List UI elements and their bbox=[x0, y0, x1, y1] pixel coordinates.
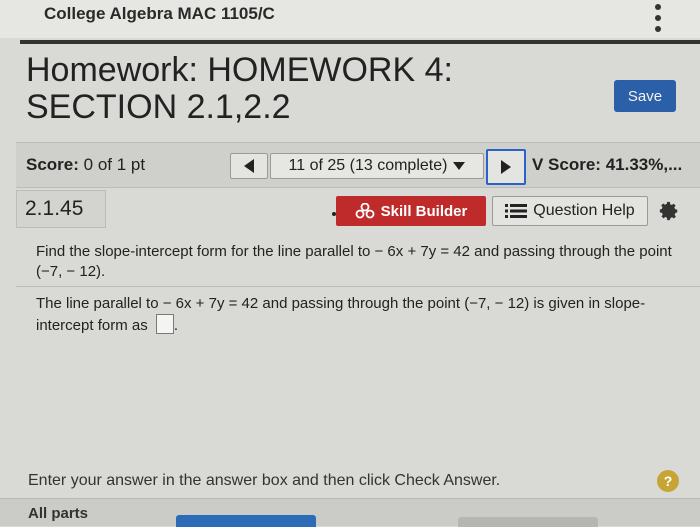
help-icon[interactable]: ? bbox=[657, 470, 679, 492]
all-parts-label: All parts bbox=[28, 505, 89, 522]
more-options-icon[interactable] bbox=[652, 4, 664, 32]
question-select[interactable]: 11 of 25 (13 complete) bbox=[270, 153, 484, 179]
answer-text: The line parallel to − 6x + 7y = 42 and … bbox=[36, 295, 646, 334]
score-value: 0 of 1 pt bbox=[83, 155, 146, 174]
answer-statement: The line parallel to − 6x + 7y = 42 and … bbox=[36, 294, 676, 336]
next-question-button[interactable] bbox=[486, 149, 526, 185]
arrow-left-icon bbox=[244, 159, 254, 173]
homework-title-line2: SECTION 2.1,2.2 bbox=[26, 88, 291, 126]
instruction-text: Enter your answer in the answer box and … bbox=[28, 472, 501, 489]
question-prompt: Find the slope-intercept form for the li… bbox=[36, 243, 672, 280]
homework-title: Homework: HOMEWORK 4: SECTION 2.1,2.2 bbox=[26, 52, 546, 126]
score-label: Score: bbox=[26, 155, 79, 174]
question-score: Score: 0 of 1 pt bbox=[26, 155, 145, 175]
skill-builder-button[interactable]: Skill Builder bbox=[336, 196, 486, 226]
bottom-bar: All parts bbox=[0, 498, 700, 527]
bottom-action-button[interactable] bbox=[458, 517, 598, 527]
answer-input[interactable] bbox=[155, 314, 174, 334]
previous-question-button[interactable] bbox=[230, 153, 268, 179]
check-answer-button[interactable] bbox=[176, 515, 316, 527]
question-divider bbox=[16, 286, 700, 287]
question-toolbar: 2.1.45 Skill Builder Question Help bbox=[16, 190, 700, 230]
caret-down-icon bbox=[453, 161, 466, 170]
arrow-right-icon bbox=[501, 160, 511, 174]
score-bar: Score: 0 of 1 pt 11 of 25 (13 complete) … bbox=[16, 142, 700, 188]
gear-icon[interactable] bbox=[656, 198, 682, 224]
question-position: 11 of 25 (13 complete) bbox=[288, 157, 448, 174]
header-divider bbox=[20, 40, 700, 44]
skill-builder-label: Skill Builder bbox=[380, 202, 468, 220]
question-help-label: Question Help bbox=[533, 202, 635, 219]
question-help-button[interactable]: Question Help bbox=[492, 196, 648, 226]
answer-suffix: . bbox=[173, 317, 179, 334]
course-title: College Algebra MAC 1105/C bbox=[44, 4, 275, 23]
skill-builder-icon bbox=[355, 203, 375, 219]
save-button[interactable]: Save bbox=[614, 80, 676, 112]
question-pager: 11 of 25 (13 complete) bbox=[230, 149, 530, 185]
list-icon bbox=[505, 204, 528, 218]
question-number: 2.1.45 bbox=[16, 190, 106, 228]
homework-score: V Score: 41.33%,... bbox=[532, 155, 683, 174]
homework-title-line1: Homework: HOMEWORK 4: bbox=[26, 51, 453, 89]
course-header: College Algebra MAC 1105/C bbox=[0, 0, 700, 38]
